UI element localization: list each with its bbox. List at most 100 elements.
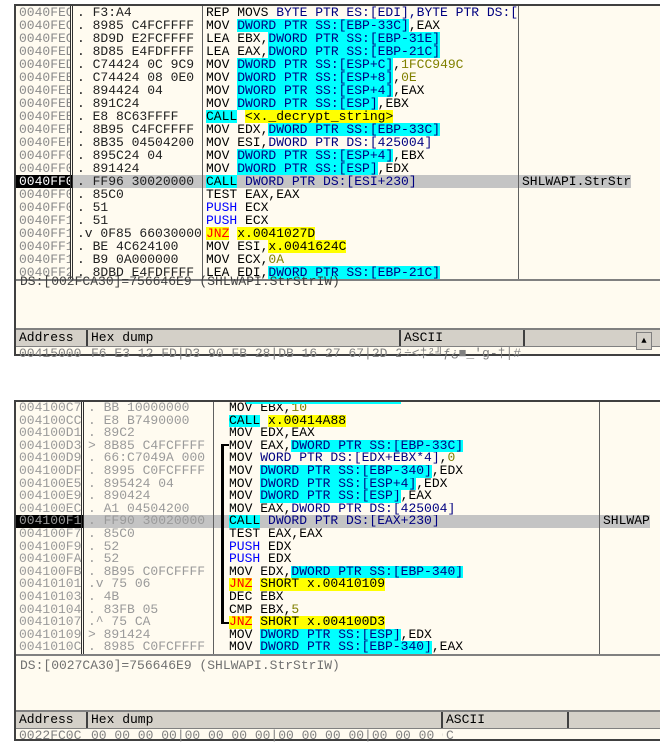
instruction: MOV DWORD PTR SS:[ESP+4] ,EDX (214, 477, 600, 491)
disasm-row[interactable]: 0040FEE0. C74424 08 0E0MOV DWORD PTR SS:… (16, 71, 660, 84)
comment (600, 440, 603, 453)
address: 0040FEE8 (16, 84, 73, 97)
instruction-token: DWORD PTR DS:[EAX+230] (260, 515, 440, 528)
disasm-row[interactable]: 0040FEFA. 8B35 04504200MOV ESI,DWORD PTR… (16, 136, 660, 149)
disasm-row[interactable]: 0040FEF4. 8B95 C4FCFFFFMOV EDX,DWORD PTR… (16, 123, 660, 136)
disasm-row[interactable]: 004100D3 > 8B85 C4FCFFFF MOV EAX, DWORD PTR… (16, 439, 660, 453)
opcode-bytes: 891424 (103, 628, 151, 642)
disasm-row[interactable]: 0040FF17. BE 4C624100MOV ESI,x.0041624C (16, 240, 660, 253)
instruction-token: CALL (206, 175, 238, 188)
disasm-row[interactable]: 004100FA. 52 PUSH EDX (16, 553, 660, 566)
disasm-row[interactable]: 004100EC. A1 04504200 MOV EAX, DWORD PTR D… (16, 502, 660, 516)
column-header-ascii[interactable]: ASCII (401, 330, 525, 346)
instruction-token: DWORD PTR SS:[EBP-33C] (237, 19, 409, 32)
instruction-token: DWORD PTR SS:[EBP-31E] (268, 32, 441, 45)
column-header-address[interactable]: Address (16, 330, 88, 346)
disasm-row[interactable]: 004100F9. 52 PUSH EDX (16, 540, 660, 554)
dump-row[interactable]: 0022FC0C 00 00 00 00|00 00 00 00|00 00 0… (16, 729, 660, 742)
disasm-row[interactable]: 0040FF10. 51PUSH ECX (16, 214, 660, 227)
instruction: PUSH EDX (214, 553, 600, 566)
disasm-row[interactable]: 0040FED8. C74424 0C 9C9MOV DWORD PTR SS:… (16, 58, 660, 71)
instruction-token: DEC EBX (229, 590, 284, 604)
disasm-row[interactable]: 0040FF0F. 51PUSH ECX (16, 201, 660, 214)
disasm-row[interactable]: 0040FF1C. B9 0A000000MOV ECX,0A (16, 253, 660, 266)
hex-bytes: . 894424 04 (73, 84, 203, 97)
instruction-token (260, 415, 268, 428)
disasm-row[interactable]: 004100E9. 890424 MOV DWORD PTR SS:[ESP] ,E… (16, 490, 660, 503)
disasm-row[interactable]: 0040FF00. 895C24 04MOV DWORD PTR SS:[ESP… (16, 149, 660, 162)
disasm-row[interactable]: 0041010C. 8985 C0FCFFFF MOV DWORD PTR SS:… (16, 641, 660, 654)
jump-path (217, 415, 229, 428)
instruction: MOV DWORD PTR SS:[EBP-340] ,EDX (214, 464, 600, 478)
instruction: MOV DWORD PTR SS:[ESP] ,EAX (214, 490, 600, 503)
instruction-token: , (393, 58, 402, 71)
column-header-address[interactable]: Address (16, 712, 88, 728)
disasm-row[interactable]: 004100F1. FF90 30020000 CALL DWORD PTR DS… (16, 515, 660, 528)
disasm-row[interactable]: 004100D1. 89C2 MOV EDX,EAX (16, 427, 660, 440)
disasm-row[interactable]: 00410107 .^ 75 CA JNZ SHORT x.004100D3 (16, 616, 660, 629)
disasm-row[interactable]: 0040FF0D. 85C0TEST EAX,EAX (16, 188, 660, 201)
dump-address: 0022FC0C (19, 729, 82, 742)
instruction-token: ,EAX (408, 19, 441, 32)
instruction: MOV DWORD PTR SS:[EBP-340] ,EAX (214, 641, 600, 654)
disasm-row[interactable]: 0040FEEF. E8 8C63FFFFCALL <x._decrypt_st… (16, 110, 660, 123)
comment (519, 201, 522, 214)
hex-bytes: . 8D85 E4FDFFFF (73, 45, 203, 58)
disasm-row[interactable]: 0040FF07. FF96 30020000CALL DWORD PTR DS… (16, 175, 660, 188)
instruction: PUSH EDX (214, 540, 600, 554)
disasm-row[interactable]: 004100E5. 895424 04 MOV DWORD PTR SS:[ESP… (16, 477, 660, 491)
instruction-token: ,EDX (416, 477, 448, 491)
address: 0040FECC (16, 32, 73, 45)
disasm-row[interactable]: 0040FF11.v 0F85 66030000JNZ x.0041027D (16, 227, 660, 240)
dump-header: Address Hex dump ASCII (16, 330, 660, 347)
jump-path (217, 440, 229, 453)
instruction: MOV DWORD PTR SS:[EBP-33C] ,EAX (203, 19, 519, 32)
disasm-row[interactable]: 004100D9. 66:C7049A 000 MOV WORD PTR DS:[… (16, 452, 660, 465)
address: 0041010C (16, 641, 84, 654)
disasm-row[interactable]: 004100CC. E8 B7490000 CALL x.00414A88 (16, 414, 660, 428)
disasm-row[interactable]: 0040FECC. 8D9D E2FCFFFFLEA EBX,DWORD PTR… (16, 32, 660, 45)
dump-row[interactable]: 00415000 F6 E3 12 FD|D3 90 FB 28|DB 16 2… (16, 347, 660, 360)
instruction: MOV DWORD PTR SS:[ESP+8], 0E (203, 71, 519, 84)
instruction-token: DWORD PTR SS:[ESP] (237, 162, 378, 175)
disasm-row[interactable]: 004100F7. 85C0 TEST EAX,EAX (16, 527, 660, 541)
instruction-token: MOV EAX, (229, 502, 292, 516)
address: 0040FF1C (16, 253, 73, 266)
column-header-hex-dump[interactable]: Hex dump (88, 712, 443, 728)
jump-marker: . (88, 540, 96, 554)
column-header-hex-dump[interactable]: Hex dump (88, 330, 401, 346)
jump-path (217, 590, 229, 604)
disasm-row[interactable]: 0040FEEC. 891C24MOV DWORD PTR SS:[ESP],E… (16, 97, 660, 110)
disasm-row[interactable]: 00410104. 83FB 05 CMP EBX, 5 (16, 603, 660, 617)
opcode-bytes: 75 06 (111, 578, 151, 591)
instruction-token: MOV (229, 490, 261, 503)
instruction: JNZ SHORT x.00410109 (214, 578, 600, 591)
instruction: LEA EAX, DWORD PTR SS:[EBP-21C] (203, 45, 519, 58)
disasm-row[interactable]: 0040FEC4. F3:A4REP MOVS BYTE PTR ES:[EDI… (16, 6, 660, 19)
disassembly-pane[interactable]: 004100C7. BB 10000000 MOV EBX, 10 004100CC.… (16, 402, 660, 656)
disasm-row[interactable]: 0040FEE8. 894424 04MOV DWORD PTR SS:[ESP… (16, 84, 660, 97)
disasm-row[interactable]: 004100DF. 8995 C0FCFFFF MOV DWORD PTR SS:… (16, 464, 660, 478)
disasm-row[interactable]: 00410101 .v 75 06 JNZ SHORT x.00410109 (16, 578, 660, 591)
instruction: MOV WORD PTR DS:[EDX+EBX*4], 0 (214, 452, 600, 465)
disasm-row[interactable]: 004100FB. 8B95 C0FCFFFF MOV EDX, DWORD PTR… (16, 565, 660, 579)
instruction-token: ,EDX (431, 464, 464, 478)
disassembly-pane[interactable]: 0040FEC4. F3:A4REP MOVS BYTE PTR ES:[EDI… (16, 6, 660, 281)
jump-marker: .^ (88, 616, 104, 629)
disasm-row[interactable]: 00410103. 4B DEC EBX (16, 590, 660, 604)
address: 0040FEC4 (16, 6, 73, 19)
jump-marker: . (88, 590, 96, 604)
address: 004100FB (16, 565, 84, 579)
disasm-row[interactable]: 0040FEC6. 8985 C4FCFFFFMOV DWORD PTR SS:… (16, 19, 660, 32)
instruction-token: MOV EDX,EAX (229, 427, 315, 440)
disasm-row[interactable]: 0040FF04. 891424MOV DWORD PTR SS:[ESP],E… (16, 162, 660, 175)
jump-path (217, 402, 229, 415)
disasm-row[interactable]: 0040FED2. 8D85 E4FDFFFFLEA EAX,DWORD PTR… (16, 45, 660, 58)
instruction-token: DWORD PTR SS:[ESP+8] (237, 71, 394, 84)
disasm-row[interactable]: 00410109 > 891424 MOV DWORD PTR SS:[ESP] ,E… (16, 628, 660, 642)
hex-bytes: . E8 B7490000 (84, 414, 214, 428)
column-header-ascii[interactable]: ASCII (443, 712, 569, 728)
instruction-token: MOV EAX, (229, 439, 292, 453)
instruction-token: 1FCC949C (401, 58, 464, 71)
opcode-bytes: 83FB 05 (103, 603, 159, 617)
